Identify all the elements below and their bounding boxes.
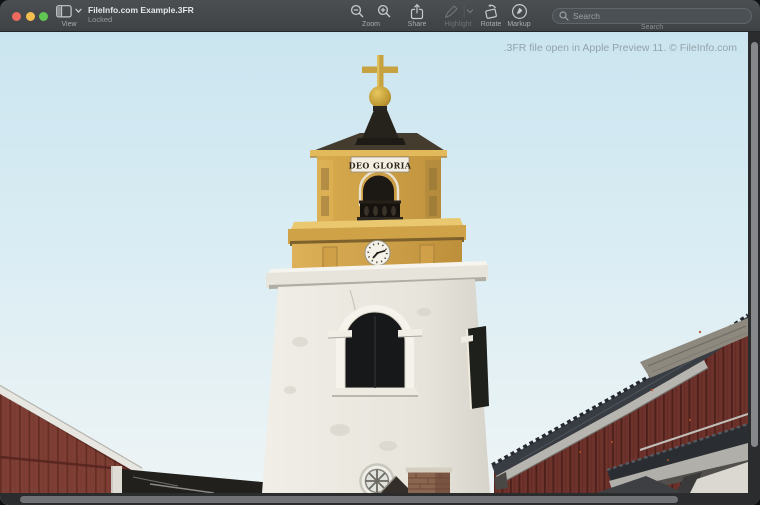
view-label: View <box>61 21 77 28</box>
share-label: Share <box>407 21 427 28</box>
magnifier-plus-icon <box>377 4 391 17</box>
horizontal-scrollbar-thumb[interactable] <box>20 495 678 503</box>
traffic-close-button[interactable] <box>11 11 21 21</box>
traffic-minimize-button[interactable] <box>25 11 35 21</box>
chevron-down-icon <box>463 5 473 17</box>
rotate-label: Rotate <box>480 21 502 28</box>
share-button[interactable]: Share <box>399 0 435 32</box>
magnifier-minus-icon <box>350 4 364 17</box>
chevron-down-icon <box>75 8 82 13</box>
sidebar-icon <box>56 4 72 17</box>
vertical-scrollbar-thumb[interactable] <box>750 42 758 447</box>
watermark-text: .3FR file open in Apple Preview 11. © Fi… <box>503 42 737 54</box>
photo-canvas: DEO GLORIA <box>0 32 748 493</box>
search-icon <box>559 11 569 21</box>
traffic-zoom-button[interactable] <box>38 11 48 21</box>
markup-button[interactable]: Markup <box>503 0 535 32</box>
markup-label: Markup <box>507 21 531 28</box>
window-subtitle: Locked <box>88 15 113 24</box>
markup-pen-icon <box>511 3 527 19</box>
highlighter-pen-icon <box>444 5 458 18</box>
highlight-label: Highlight <box>444 21 472 28</box>
zoom-label: Zoom <box>362 21 380 28</box>
zoom-out-button[interactable] <box>348 2 367 20</box>
rotate-icon <box>485 3 497 19</box>
document-view: DEO GLORIA .3FR file open in Apple Previ… <box>0 32 760 505</box>
zoom-in-button[interactable] <box>375 2 394 20</box>
horizontal-scrollbar-track[interactable] <box>0 493 760 505</box>
vertical-scrollbar-track[interactable] <box>748 32 760 505</box>
search-field[interactable] <box>552 8 752 24</box>
deo-gloria-sign: DEO GLORIA <box>349 161 412 171</box>
view-button[interactable]: View <box>54 0 84 32</box>
share-icon <box>410 3 424 19</box>
highlight-button[interactable]: Highlight <box>436 0 480 32</box>
search-label: Search <box>640 24 664 31</box>
preview-window: View FileInfo.com Example.3FR Locked Zoo… <box>0 0 760 505</box>
titlebar: View FileInfo.com Example.3FR Locked Zoo… <box>0 0 760 32</box>
window-title: FileInfo.com Example.3FR <box>88 5 194 15</box>
search-input[interactable] <box>573 11 745 21</box>
